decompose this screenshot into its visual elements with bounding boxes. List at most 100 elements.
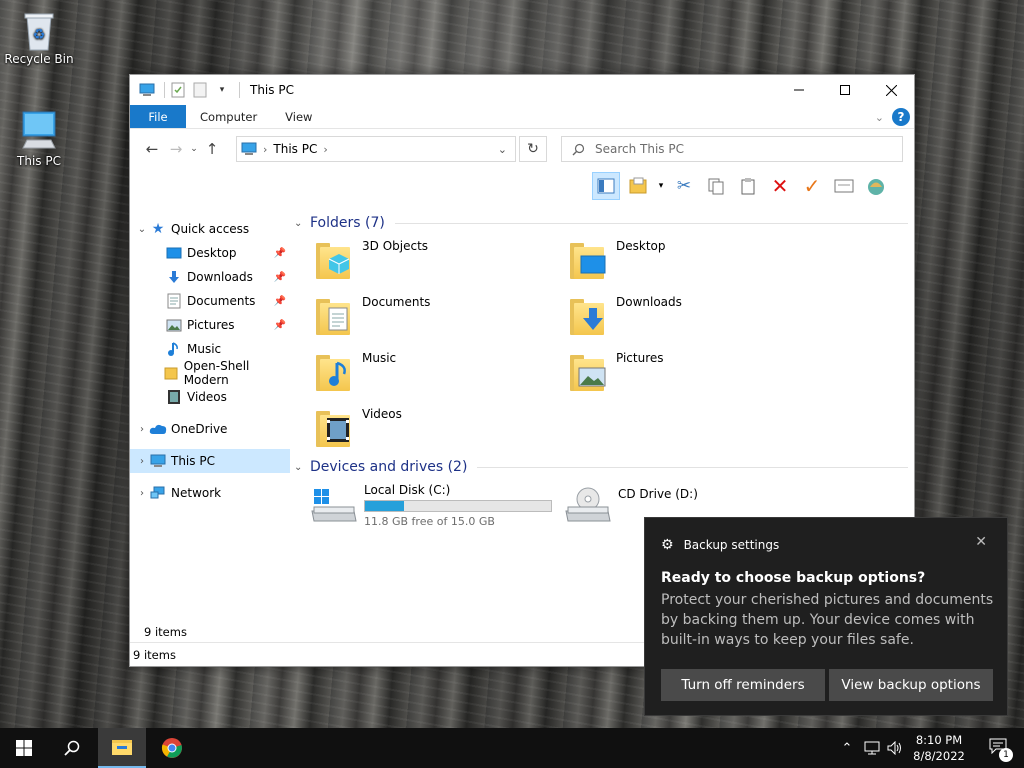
- backup-notification-toast[interactable]: ⚙ Backup settings ✕ Ready to choose back…: [644, 517, 1008, 716]
- show-hidden-icons-chevron-icon[interactable]: ⌃: [838, 728, 856, 768]
- email-icon[interactable]: [830, 172, 858, 200]
- cut-icon[interactable]: ✂: [670, 172, 698, 200]
- new-folder-icon[interactable]: [624, 172, 652, 200]
- pin-icon: 📌: [273, 247, 286, 259]
- help-icon[interactable]: ?: [892, 108, 910, 126]
- group-title: Folders (7): [310, 215, 385, 231]
- computer-icon: [17, 108, 61, 152]
- windows-logo-icon: [16, 740, 32, 756]
- breadcrumb-separator-icon[interactable]: ›: [263, 143, 267, 156]
- taskbar-chrome[interactable]: [148, 728, 196, 768]
- desktop-icon-label: Recycle Bin: [4, 52, 74, 66]
- folder-tile[interactable]: Desktop: [568, 237, 822, 281]
- nav-quick-item[interactable]: Videos: [130, 385, 290, 409]
- expand-chevron-icon[interactable]: ›: [135, 488, 149, 499]
- pin-icon: 📌: [273, 319, 286, 331]
- status-text: 9 items: [133, 647, 176, 662]
- nav-quick-item[interactable]: Documents 📌: [130, 289, 290, 313]
- search-icon: [572, 143, 585, 156]
- breadcrumb-separator-icon[interactable]: ›: [323, 143, 327, 156]
- drive-usage-fill: [365, 501, 405, 511]
- customize-quick-access-dropdown[interactable]: ▾: [213, 81, 231, 99]
- expand-ribbon-chevron-icon[interactable]: ⌄: [875, 111, 884, 124]
- desktop-icon-this-pc[interactable]: This PC: [1, 108, 77, 168]
- search-box[interactable]: [561, 136, 903, 162]
- tab-view[interactable]: View: [271, 105, 326, 128]
- action-center-button[interactable]: 1: [978, 728, 1018, 768]
- turn-off-reminders-button[interactable]: Turn off reminders: [661, 669, 825, 701]
- folder-tile[interactable]: Music: [314, 349, 568, 393]
- paste-icon[interactable]: [734, 172, 762, 200]
- nav-label: Network: [171, 486, 222, 500]
- nav-this-pc[interactable]: › This PC: [130, 449, 290, 473]
- folder-tile[interactable]: Downloads: [568, 293, 822, 337]
- search-button[interactable]: [48, 728, 96, 768]
- videos-folder-icon: [314, 405, 354, 449]
- back-arrow-icon[interactable]: ←: [140, 137, 164, 161]
- navigation-pane-icon[interactable]: [592, 172, 620, 200]
- devices-group-header[interactable]: ⌄ Devices and drives (2): [290, 457, 914, 477]
- folder-icon: [112, 740, 132, 755]
- folder-tile[interactable]: Pictures: [568, 349, 822, 393]
- folder-tile[interactable]: Documents: [314, 293, 568, 337]
- drive-local-disk-c[interactable]: Local Disk (C:) 11.8 GB free of 15.0 GB: [310, 481, 564, 531]
- forward-arrow-icon[interactable]: →: [164, 137, 188, 161]
- search-input[interactable]: [595, 142, 875, 156]
- recycle-bin-icon: ♻: [17, 6, 61, 51]
- expand-chevron-icon[interactable]: ⌄: [135, 224, 149, 235]
- nav-quick-item[interactable]: Desktop 📌: [130, 241, 290, 265]
- expand-chevron-icon[interactable]: ›: [135, 456, 149, 467]
- folders-group-header[interactable]: ⌄ Folders (7): [290, 213, 914, 233]
- network-icon: [149, 485, 167, 501]
- taskbar-file-explorer[interactable]: [98, 728, 146, 768]
- view-backup-options-button[interactable]: View backup options: [829, 669, 993, 701]
- nav-onedrive[interactable]: › OneDrive: [130, 417, 290, 441]
- divider: [394, 222, 908, 224]
- minimize-button[interactable]: [776, 75, 822, 105]
- system-clock[interactable]: 8:10 PM 8/8/2022: [906, 732, 972, 764]
- new-folder-dropdown-icon[interactable]: ▾: [656, 172, 666, 200]
- breadcrumb-this-pc[interactable]: This PC: [273, 142, 317, 156]
- close-icon[interactable]: ✕: [975, 534, 987, 550]
- desktop-folder-icon: [568, 237, 608, 281]
- 3d-objects-folder-icon: [314, 237, 354, 281]
- nav-quick-item[interactable]: Music: [130, 337, 290, 361]
- start-button[interactable]: [0, 728, 48, 768]
- address-bar[interactable]: › This PC › ⌄: [236, 136, 516, 162]
- desktop-icon: [165, 245, 183, 261]
- collapse-chevron-icon[interactable]: ⌄: [294, 218, 310, 229]
- recent-locations-chevron-icon[interactable]: ⌄: [188, 137, 200, 161]
- network-status-icon[interactable]: [860, 728, 884, 768]
- clock-date: 8/8/2022: [913, 749, 965, 763]
- folder-tile[interactable]: Videos: [314, 405, 568, 449]
- close-button[interactable]: [868, 75, 914, 105]
- desktop-icon-recycle-bin[interactable]: ♻ Recycle Bin: [1, 6, 77, 66]
- drive-label: Local Disk (C:): [364, 483, 451, 497]
- search-icon: [64, 740, 80, 756]
- folder-tile[interactable]: 3D Objects: [314, 237, 568, 281]
- nav-quick-item[interactable]: Open-Shell Modern: [130, 359, 290, 387]
- tab-computer[interactable]: Computer: [186, 105, 271, 128]
- nav-network[interactable]: › Network: [130, 481, 290, 505]
- tab-file[interactable]: File: [130, 105, 186, 128]
- collapse-chevron-icon[interactable]: ⌄: [294, 462, 310, 473]
- nav-quick-access[interactable]: ⌄ ★ Quick access: [130, 217, 290, 241]
- document-icon: [165, 293, 183, 309]
- title-bar: ▾ This PC: [130, 75, 914, 105]
- settings-shell-icon[interactable]: [862, 172, 890, 200]
- copy-icon[interactable]: [702, 172, 730, 200]
- hard-drive-icon: [310, 485, 358, 529]
- folder-label: Pictures: [616, 351, 664, 365]
- properties-icon[interactable]: [169, 81, 187, 99]
- new-folder-icon[interactable]: [191, 81, 209, 99]
- nav-quick-item[interactable]: Downloads 📌: [130, 265, 290, 289]
- refresh-button[interactable]: ↻: [519, 136, 547, 162]
- nav-quick-item[interactable]: Pictures 📌: [130, 313, 290, 337]
- expand-chevron-icon[interactable]: ›: [135, 424, 149, 435]
- maximize-button[interactable]: [822, 75, 868, 105]
- address-dropdown-icon[interactable]: ⌄: [498, 143, 507, 156]
- volume-icon[interactable]: [884, 728, 906, 768]
- delete-icon[interactable]: ✕: [766, 172, 794, 200]
- up-arrow-icon[interactable]: ↑: [200, 137, 224, 161]
- properties-check-icon[interactable]: ✓: [798, 172, 826, 200]
